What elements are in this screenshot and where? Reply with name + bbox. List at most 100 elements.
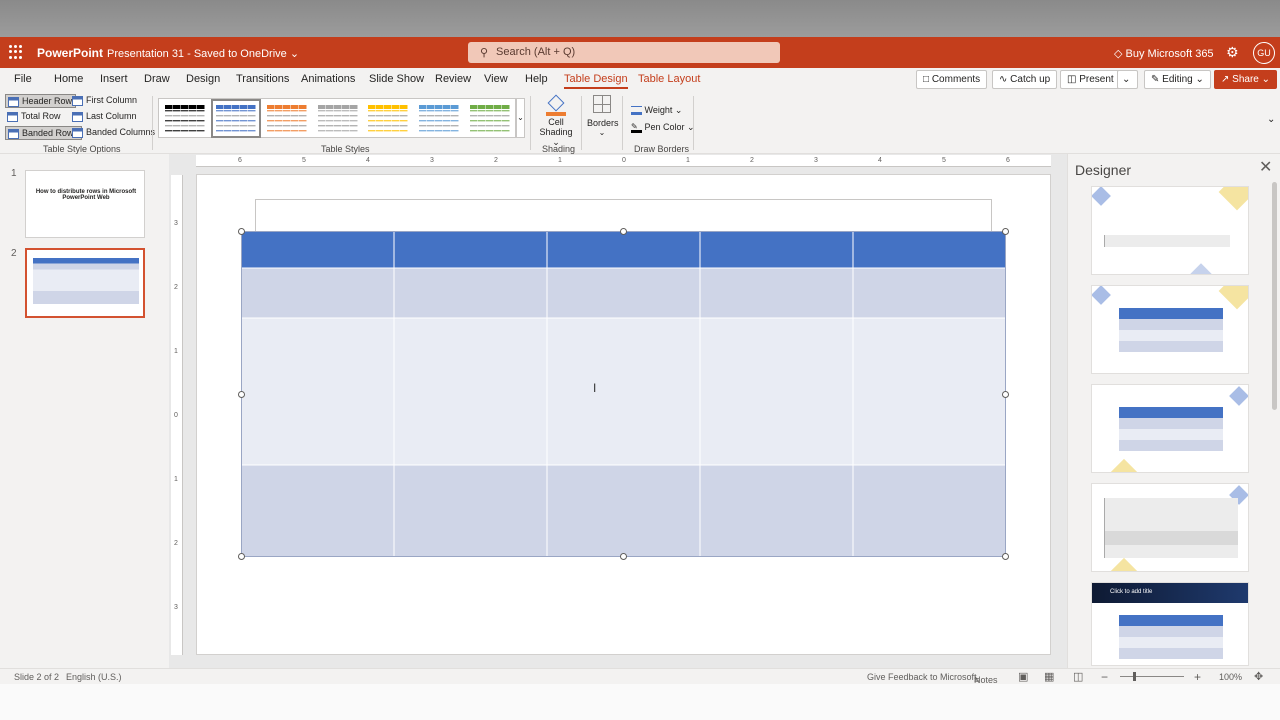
zoom-in-icon[interactable]: + bbox=[1194, 670, 1201, 684]
comments-button[interactable]: □ Comments bbox=[916, 70, 988, 89]
slide-thumbnail-2[interactable] bbox=[25, 248, 145, 318]
table-style-thumbnail[interactable] bbox=[366, 102, 410, 135]
avatar[interactable]: GU bbox=[1253, 42, 1275, 64]
table-icon bbox=[7, 112, 18, 122]
table-style-thumbnail[interactable] bbox=[163, 102, 207, 135]
share-label: Share ⌄ bbox=[1232, 74, 1271, 85]
tab-view[interactable]: View bbox=[484, 73, 508, 85]
present-icon: ◫ bbox=[1067, 74, 1077, 85]
resize-handle[interactable] bbox=[1002, 228, 1009, 235]
design-idea-card[interactable]: Click to add title bbox=[1091, 582, 1249, 666]
pen-icon: ✎ bbox=[631, 122, 642, 133]
tab-table-layout[interactable]: Table Layout bbox=[638, 73, 700, 85]
resize-handle[interactable] bbox=[238, 391, 245, 398]
tab-insert[interactable]: Insert bbox=[100, 73, 128, 85]
fit-to-window-icon[interactable]: ✥ bbox=[1254, 670, 1263, 683]
ruler-tick-label: 3 bbox=[174, 604, 178, 611]
slide-sorter-icon[interactable]: ▦ bbox=[1044, 670, 1054, 683]
last-column-toggle[interactable]: Last Column bbox=[70, 110, 140, 124]
tab-help[interactable]: Help bbox=[525, 73, 548, 85]
zoom-out-icon[interactable]: − bbox=[1101, 670, 1108, 684]
resize-handle[interactable] bbox=[620, 228, 627, 235]
search-input[interactable]: ⚲ Search (Alt + Q) bbox=[468, 42, 780, 63]
catch-up-button[interactable]: ∿ Catch up bbox=[992, 70, 1058, 89]
table-header-row[interactable] bbox=[241, 231, 1006, 268]
slide-thumbnail-1[interactable]: How to distribute rows in Microsoft Powe… bbox=[25, 170, 145, 238]
weight-button[interactable]: Weight ⌄ bbox=[631, 105, 682, 116]
designer-scrollbar[interactable] bbox=[1272, 182, 1277, 410]
ruler-tick-label: 3 bbox=[814, 157, 818, 164]
group-label-table-styles: Table Styles bbox=[321, 144, 370, 154]
table-style-icon bbox=[470, 105, 510, 132]
borders-button[interactable]: Borders ⌄ bbox=[587, 95, 619, 137]
search-placeholder: Search (Alt + Q) bbox=[496, 46, 576, 58]
table-row[interactable] bbox=[241, 268, 1006, 318]
close-icon[interactable]: ✕ bbox=[1259, 157, 1272, 177]
decor-shape bbox=[1188, 263, 1214, 274]
table-style-icon bbox=[419, 105, 459, 132]
banded-columns-toggle[interactable]: Banded Columns bbox=[70, 126, 158, 140]
table-style-thumbnail[interactable] bbox=[265, 102, 309, 135]
tab-home[interactable]: Home bbox=[54, 73, 83, 85]
share-button[interactable]: ↗ Share ⌄ bbox=[1214, 70, 1278, 89]
editing-mode-button[interactable]: ✎ Editing ⌄ bbox=[1144, 70, 1211, 89]
gear-icon[interactable]: ⚙ bbox=[1226, 44, 1239, 61]
table[interactable] bbox=[241, 231, 1006, 557]
total-row-toggle[interactable]: Total Row bbox=[5, 110, 64, 124]
browser-chrome bbox=[0, 0, 1280, 37]
pen-color-button[interactable]: ✎ Pen Color ⌄ bbox=[631, 122, 695, 133]
resize-handle[interactable] bbox=[238, 553, 245, 560]
first-column-toggle[interactable]: First Column bbox=[70, 94, 140, 108]
design-idea-card[interactable] bbox=[1091, 186, 1249, 275]
present-dropdown-chevron-icon[interactable]: ⌄ bbox=[1117, 70, 1138, 89]
tab-table-design[interactable]: Table Design bbox=[564, 73, 628, 89]
horizontal-ruler[interactable]: 6 5 4 3 2 1 0 1 2 3 4 5 6 bbox=[196, 155, 1051, 167]
normal-view-icon[interactable]: ▣ bbox=[1018, 670, 1028, 683]
feedback-link[interactable]: Give Feedback to Microsoft bbox=[867, 672, 977, 682]
ribbon: Header Row First Column Total Row Last C… bbox=[0, 92, 1280, 154]
table-style-thumbnail-selected[interactable] bbox=[211, 99, 261, 138]
ruler-tick-label: 3 bbox=[174, 220, 178, 227]
design-idea-card[interactable] bbox=[1091, 384, 1249, 473]
document-title[interactable]: Presentation 31 - Saved to OneDrive ⌄ bbox=[107, 47, 299, 60]
language-indicator[interactable]: English (U.S.) bbox=[66, 672, 122, 682]
buy-microsoft-365-link[interactable]: ◇ Buy Microsoft 365 bbox=[1114, 47, 1214, 60]
tab-draw[interactable]: Draw bbox=[144, 73, 170, 85]
ribbon-tabs: File Home Insert Draw Design Transitions… bbox=[0, 68, 1280, 92]
decor-shape bbox=[1109, 458, 1139, 472]
tab-review[interactable]: Review bbox=[435, 73, 471, 85]
tab-slide-show[interactable]: Slide Show bbox=[369, 73, 424, 85]
design-idea-card[interactable] bbox=[1091, 285, 1249, 374]
present-button[interactable]: ◫ Present bbox=[1060, 70, 1121, 89]
app-launcher-icon[interactable] bbox=[9, 45, 23, 59]
vertical-ruler[interactable]: 3 2 1 0 1 2 3 bbox=[171, 175, 183, 655]
zoom-slider-thumb[interactable] bbox=[1133, 672, 1136, 681]
tab-design[interactable]: Design bbox=[186, 73, 220, 85]
resize-handle[interactable] bbox=[1002, 553, 1009, 560]
group-label-draw-borders: Draw Borders bbox=[634, 144, 690, 154]
tab-file[interactable]: File bbox=[14, 73, 32, 85]
table-style-thumbnail[interactable] bbox=[468, 102, 512, 135]
resize-handle[interactable] bbox=[1002, 391, 1009, 398]
resize-handle[interactable] bbox=[620, 553, 627, 560]
ribbon-collapse-chevron-icon[interactable]: ⌄ bbox=[1267, 114, 1275, 125]
header-row-toggle[interactable]: Header Row bbox=[5, 94, 77, 108]
status-bar: Slide 2 of 2 English (U.S.) Give Feedbac… bbox=[0, 668, 1280, 685]
cell-shading-button[interactable]: Cell Shading ⌄ bbox=[537, 94, 575, 147]
zoom-slider-track[interactable] bbox=[1120, 676, 1184, 677]
table-row[interactable] bbox=[241, 318, 1006, 465]
table-row[interactable] bbox=[241, 465, 1006, 557]
table-style-thumbnail[interactable] bbox=[316, 102, 360, 135]
zoom-level[interactable]: 100% bbox=[1219, 672, 1242, 682]
presenter-view-icon[interactable]: ◫ bbox=[1073, 670, 1083, 683]
design-idea-card[interactable] bbox=[1091, 483, 1249, 572]
ruler-tick-label: 2 bbox=[174, 540, 178, 547]
resize-handle[interactable] bbox=[238, 228, 245, 235]
app-name[interactable]: PowerPoint bbox=[37, 46, 103, 60]
gallery-more-chevron-icon[interactable]: ⌄ bbox=[516, 98, 525, 138]
line-weight-icon bbox=[631, 106, 642, 116]
table-style-thumbnail[interactable] bbox=[417, 102, 461, 135]
tab-animations[interactable]: Animations bbox=[301, 73, 355, 85]
table-icon bbox=[72, 96, 83, 106]
tab-transitions[interactable]: Transitions bbox=[236, 73, 289, 85]
